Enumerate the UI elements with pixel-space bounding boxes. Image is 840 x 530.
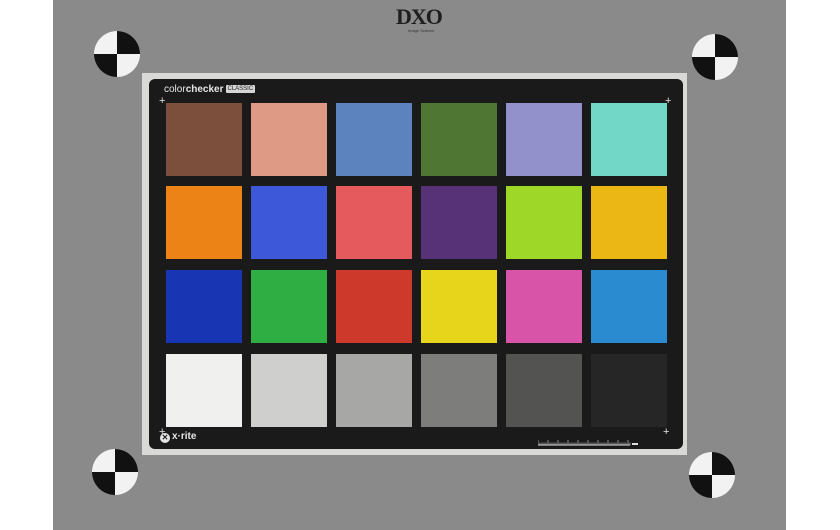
corner-crosshair-icon: + — [159, 95, 166, 107]
edition-badge: CLASSIC — [225, 85, 256, 93]
maker-name: x·rite — [172, 431, 197, 442]
color-patch — [421, 354, 497, 427]
x-rite-logo-icon: ✕ — [160, 433, 170, 443]
color-patch — [251, 103, 327, 176]
brand-prefix: color — [164, 84, 186, 95]
color-patch — [166, 270, 242, 343]
registration-target-bottom-right — [689, 452, 735, 498]
registration-target-bottom-left — [92, 449, 138, 495]
color-patch — [336, 270, 412, 343]
color-patch — [251, 186, 327, 259]
color-patch — [251, 270, 327, 343]
brand-bold: checker — [185, 84, 224, 95]
color-patch — [506, 103, 582, 176]
xrite-brand: ✕ x·rite — [160, 431, 196, 443]
color-patch — [336, 354, 412, 427]
color-patch — [506, 186, 582, 259]
color-patch — [506, 270, 582, 343]
color-patch — [506, 354, 582, 427]
color-patch — [166, 186, 242, 259]
color-patch — [166, 354, 242, 427]
registration-target-top-left — [94, 31, 140, 77]
dxo-logo: DXO Image Science — [396, 6, 446, 36]
color-patch — [336, 103, 412, 176]
logo-text: DXO — [396, 4, 443, 29]
corner-crosshair-icon: + — [663, 426, 670, 438]
ruler-scale-icon — [538, 440, 638, 446]
registration-target-top-right — [692, 34, 738, 80]
color-patch — [591, 186, 667, 259]
color-patch — [421, 270, 497, 343]
color-patch — [251, 354, 327, 427]
color-patch — [421, 103, 497, 176]
colorchecker-brand: colorchecker CLASSIC — [164, 84, 256, 95]
color-patch — [421, 186, 497, 259]
color-patch — [591, 354, 667, 427]
color-patch — [336, 186, 412, 259]
color-patch — [591, 270, 667, 343]
color-patch — [591, 103, 667, 176]
color-patch — [166, 103, 242, 176]
